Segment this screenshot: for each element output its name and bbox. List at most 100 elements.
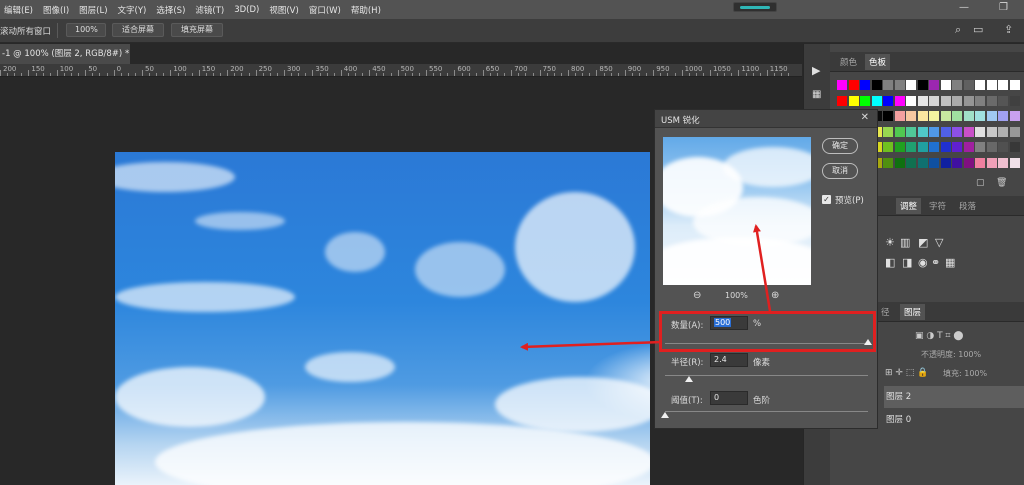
brightness-icon[interactable]: ☀ [885, 236, 895, 249]
color-swatch[interactable] [871, 95, 882, 106]
color-swatch[interactable] [963, 126, 974, 137]
threshold-slider-track[interactable] [665, 411, 868, 412]
color-swatch[interactable] [963, 142, 974, 152]
layer-row[interactable]: 图层 0 [884, 409, 1024, 431]
camera-icon[interactable]: ◉ [918, 256, 928, 269]
amount-slider-track[interactable] [665, 343, 868, 344]
color-swatch[interactable] [975, 142, 985, 152]
color-swatch[interactable] [986, 157, 997, 168]
lock-icons[interactable]: ⊞ ✛ ⬚ 🔒 [885, 368, 928, 378]
new-swatch-icon[interactable]: ▢ [976, 178, 985, 188]
color-swatch[interactable] [940, 111, 951, 121]
tab-character[interactable]: 字符 [929, 200, 946, 212]
hue-icon[interactable]: ◧ [885, 256, 895, 269]
color-swatch[interactable] [940, 95, 951, 106]
color-swatch[interactable] [963, 80, 974, 90]
color-swatch[interactable] [894, 111, 905, 121]
workspace-icon[interactable]: ▭ [973, 23, 983, 36]
color-swatch[interactable] [917, 111, 928, 121]
radius-input[interactable]: 2.4 [710, 353, 748, 367]
amount-input[interactable]: 500 [710, 316, 748, 330]
color-swatch[interactable] [917, 95, 928, 106]
color-swatch[interactable] [998, 111, 1008, 121]
color-swatch[interactable] [906, 142, 916, 152]
menu-filter[interactable]: 滤镜(T) [190, 4, 229, 16]
menu-edit[interactable]: 编辑(E) [0, 4, 38, 16]
color-swatch[interactable] [998, 80, 1008, 90]
color-swatch[interactable] [837, 95, 847, 106]
mixer-icon[interactable]: ⚭ [931, 256, 940, 269]
color-swatch[interactable] [860, 95, 870, 106]
color-swatch[interactable] [952, 157, 962, 168]
color-swatch[interactable] [929, 95, 939, 106]
fit-screen-button[interactable]: 适合屏幕 [112, 23, 164, 37]
color-swatch[interactable] [883, 95, 893, 106]
ok-button[interactable]: 确定 [822, 138, 858, 154]
color-swatch[interactable] [917, 126, 928, 137]
color-swatch[interactable] [986, 126, 997, 137]
cancel-button[interactable]: 取消 [822, 163, 858, 179]
color-swatch[interactable] [929, 142, 939, 152]
color-swatch[interactable] [998, 157, 1008, 168]
tab-layers[interactable]: 图层 [900, 304, 926, 320]
color-swatch[interactable] [1009, 157, 1020, 168]
color-swatch[interactable] [963, 111, 974, 121]
color-swatch[interactable] [975, 157, 985, 168]
color-swatch[interactable] [986, 95, 997, 106]
threshold-input[interactable]: 0 [710, 391, 748, 405]
history-icon[interactable]: ▦ [812, 89, 821, 100]
color-swatch[interactable] [860, 80, 870, 90]
tab-color[interactable]: 颜色 [840, 56, 857, 68]
color-swatch[interactable] [975, 126, 985, 137]
color-swatch[interactable] [883, 157, 893, 168]
zoom-out-icon[interactable]: ⊖ [693, 290, 701, 301]
color-swatch[interactable] [952, 126, 962, 137]
color-swatch[interactable] [1009, 142, 1020, 152]
delete-swatch-icon[interactable]: 🗑 [996, 178, 1007, 188]
zoom-in-icon[interactable]: ⊕ [771, 290, 779, 301]
menu-3d[interactable]: 3D(D) [229, 5, 264, 15]
close-icon[interactable]: ✕ [861, 112, 869, 123]
color-swatch[interactable] [975, 111, 985, 121]
restore-button[interactable]: ❐ [999, 2, 1008, 13]
menu-help[interactable]: 帮助(H) [346, 4, 386, 16]
bw-icon[interactable]: ◨ [902, 256, 912, 269]
color-swatch[interactable] [952, 111, 962, 121]
play-icon[interactable]: ▶ [812, 64, 820, 77]
color-swatch[interactable] [906, 111, 916, 121]
layer-row[interactable]: 图层 2 [884, 386, 1024, 408]
color-swatch[interactable] [894, 80, 905, 90]
color-swatch[interactable] [940, 142, 951, 152]
menu-layer[interactable]: 图层(L) [74, 4, 112, 16]
color-swatch[interactable] [917, 142, 928, 152]
color-swatch[interactable] [894, 142, 905, 152]
color-swatch[interactable] [1009, 126, 1020, 137]
color-swatch[interactable] [940, 80, 951, 90]
color-swatch[interactable] [963, 157, 974, 168]
color-swatch[interactable] [1009, 80, 1020, 90]
color-swatch[interactable] [975, 80, 985, 90]
color-swatch[interactable] [894, 95, 905, 106]
menu-image[interactable]: 图像(I) [38, 4, 74, 16]
color-swatch[interactable] [940, 157, 951, 168]
color-swatch[interactable] [998, 126, 1008, 137]
curves-icon[interactable]: ◩ [918, 236, 928, 249]
canvas-image[interactable] [115, 152, 650, 485]
menu-select[interactable]: 选择(S) [151, 4, 190, 16]
layer-filter-icons[interactable]: ▣ ◑ T ⌗ ⬤ [915, 331, 963, 341]
triangle-icon[interactable]: ▽ [935, 236, 943, 249]
color-swatch[interactable] [929, 111, 939, 121]
search-icon[interactable]: ⌕ [955, 23, 961, 37]
color-swatch[interactable] [906, 157, 916, 168]
fill-screen-button[interactable]: 填充屏幕 [171, 23, 223, 37]
levels-icon[interactable]: ▥ [900, 236, 910, 249]
tab-adjustments[interactable]: 调整 [896, 198, 922, 214]
color-swatch[interactable] [883, 126, 893, 137]
color-swatch[interactable] [894, 126, 905, 137]
color-swatch[interactable] [906, 126, 916, 137]
color-swatch[interactable] [894, 157, 905, 168]
color-swatch[interactable] [848, 80, 859, 90]
tab-paragraph[interactable]: 段落 [959, 200, 976, 212]
color-swatch[interactable] [883, 142, 893, 152]
grid-icon[interactable]: ▦ [945, 256, 955, 269]
